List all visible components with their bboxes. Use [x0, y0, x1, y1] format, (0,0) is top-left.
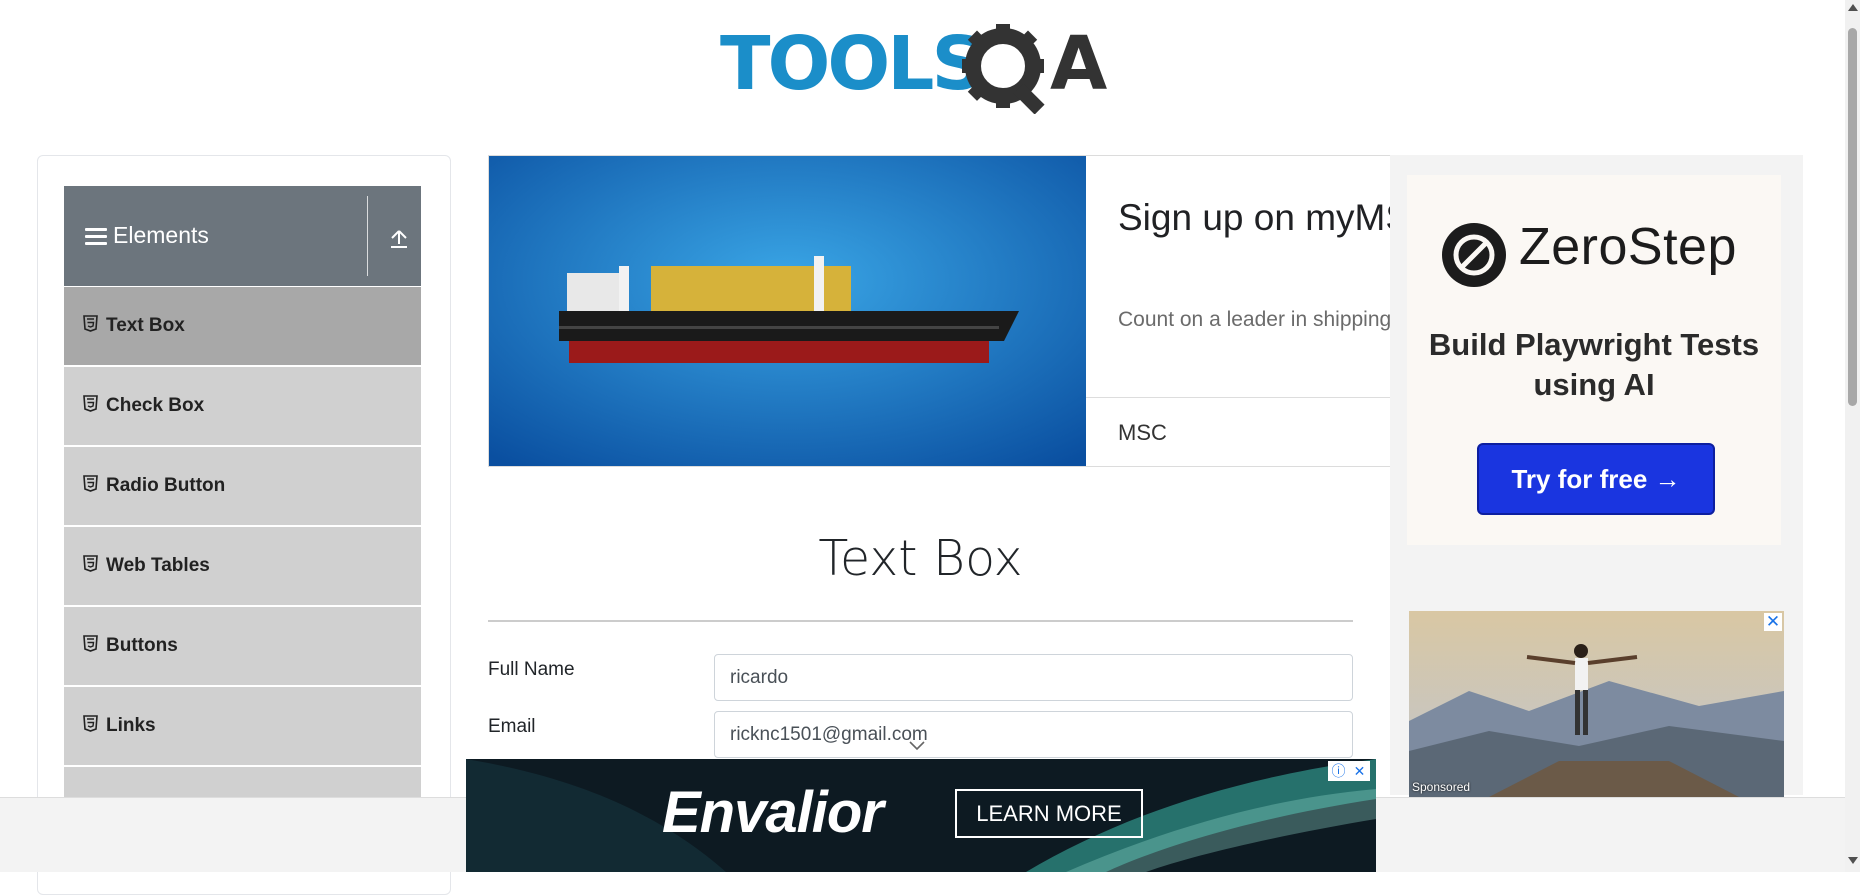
- sidebar-item-label: Check Box: [106, 395, 205, 416]
- logo-tools-text: TOOLS: [720, 21, 982, 107]
- scroll-up-arrow-icon[interactable]: [1848, 4, 1858, 11]
- sidebar-item-check-box[interactable]: Check Box: [64, 366, 421, 445]
- mountain-photo: [1409, 611, 1784, 797]
- sidebar-item-web-tables[interactable]: Web Tables: [64, 526, 421, 605]
- ad-background: [466, 759, 1376, 872]
- html5-icon: [83, 555, 98, 572]
- try-for-free-button[interactable]: Try for free →: [1477, 443, 1715, 515]
- sidebar-item-label: Links: [106, 715, 156, 736]
- zerostep-logo-icon: [1442, 223, 1506, 287]
- scrollbar-thumb[interactable]: [1848, 28, 1857, 406]
- sponsored-ad[interactable]: Sponsored ✕: [1409, 611, 1784, 797]
- sidebar-item-label: Buttons: [106, 635, 178, 656]
- email-label: Email: [488, 716, 536, 737]
- ad-separator: [1086, 397, 1390, 398]
- container-ship-image: [489, 156, 1086, 466]
- ad-choices[interactable]: ⓘ ✕: [1328, 761, 1370, 781]
- sidebar-item-radio-button[interactable]: Radio Button: [64, 446, 421, 525]
- close-icon[interactable]: ✕: [1764, 613, 1782, 631]
- hamburger-icon: [85, 228, 107, 246]
- ad-title[interactable]: Sign up on myMSC Online: [1118, 194, 1390, 242]
- full-name-input[interactable]: ricardo: [714, 654, 1353, 701]
- logo-qa-text: A: [1050, 21, 1107, 107]
- header-divider: [367, 196, 368, 276]
- msc-ad-banner[interactable]: Sign up on myMSC Online Count on a leade…: [488, 155, 1391, 467]
- close-icon[interactable]: ✕: [1349, 761, 1370, 781]
- sidebar-item-buttons[interactable]: Buttons: [64, 606, 421, 685]
- email-input[interactable]: ricknc1501@gmail.com: [714, 711, 1353, 758]
- ad-brand[interactable]: MSC: [1118, 420, 1167, 446]
- sidebar-item-links[interactable]: Links: [64, 686, 421, 765]
- sidebar-item-label: Text Box: [106, 315, 185, 336]
- sidebar-item-label: Radio Button: [106, 475, 226, 496]
- scroll-down-arrow-icon[interactable]: [1848, 857, 1858, 864]
- elements-group-header[interactable]: Elements: [64, 186, 421, 286]
- title-divider: [488, 620, 1353, 622]
- html5-icon: [83, 635, 98, 652]
- sidebar-item-text-box[interactable]: Text Box: [64, 286, 421, 365]
- zerostep-ad[interactable]: ZeroStep Build Playwright Tests using AI…: [1407, 175, 1781, 545]
- zerostep-brand: ZeroStep: [1519, 218, 1737, 276]
- zerostep-tagline: Build Playwright Tests using AI: [1428, 327, 1760, 402]
- sidebar-item-label: Web Tables: [106, 555, 210, 576]
- chevron-down-icon[interactable]: [908, 740, 926, 752]
- html5-icon: [83, 475, 98, 492]
- right-ad-column: ZeroStep Build Playwright Tests using AI…: [1390, 155, 1803, 797]
- html5-icon: [83, 395, 98, 412]
- envalior-ad[interactable]: Envalior LEARN MORE ⓘ ✕: [466, 759, 1376, 872]
- toolsqa-logo[interactable]: TOOLS A: [720, 18, 1130, 115]
- ad-description: Count on a leader in shipping as a partn…: [1118, 308, 1391, 331]
- learn-more-button[interactable]: LEARN MORE: [955, 789, 1143, 838]
- html5-icon: [83, 715, 98, 732]
- collapse-arrow-icon[interactable]: [389, 226, 409, 250]
- sponsored-label: Sponsored: [1412, 780, 1471, 794]
- html5-icon: [83, 315, 98, 332]
- envalior-brand: Envalior: [662, 780, 884, 845]
- full-name-label: Full Name: [488, 659, 575, 680]
- elements-group-title: Elements: [113, 222, 209, 248]
- toolsqa-logo-graphic: TOOLS A: [720, 21, 1107, 115]
- info-icon[interactable]: ⓘ: [1328, 761, 1349, 781]
- page-scrollbar[interactable]: [1845, 0, 1860, 872]
- page-title: Text Box: [818, 530, 1023, 587]
